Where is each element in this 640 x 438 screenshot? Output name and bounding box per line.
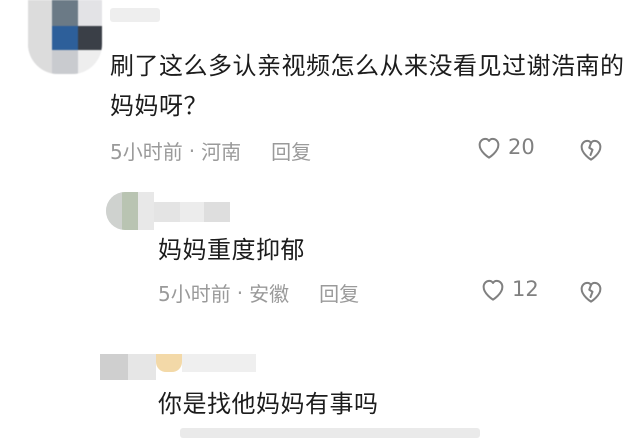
comment-text: 你是找他妈妈有事吗 [158, 390, 379, 418]
reply-item: 妈妈重度抑郁 5小时前 · 安徽 回复 12 [0, 180, 640, 320]
comment-meta: 5小时前 · 河南 回复 [110, 136, 311, 165]
like-button[interactable]: 12 [478, 274, 539, 304]
comment-text: 刷了这么多认亲视频怎么从来没看见过谢浩南的妈妈呀？ [110, 52, 625, 120]
reply-item: 你是找他妈妈有事吗 [0, 340, 640, 438]
like-count: 20 [508, 135, 535, 159]
separator-dot: · [236, 280, 244, 305]
heart-outline-icon [478, 137, 500, 159]
like-button[interactable]: 20 [474, 132, 535, 162]
dislike-button[interactable] [576, 276, 606, 310]
username-blurred[interactable] [156, 354, 256, 372]
comment-meta-cutoff [180, 428, 480, 438]
comment-item: 刷了这么多认亲视频怎么从来没看见过谢浩南的妈妈呀？ 5小时前 · 河南 回复 2… [0, 0, 640, 180]
comment-text: 妈妈重度抑郁 [158, 236, 305, 264]
comment-location: 安徽 [249, 282, 290, 306]
dislike-button[interactable] [576, 134, 606, 168]
broken-heart-icon [580, 281, 602, 303]
avatar[interactable] [106, 192, 154, 230]
username-blurred[interactable] [154, 202, 230, 222]
comment-location: 河南 [201, 140, 242, 164]
comment-time: 5小时前 [158, 282, 231, 306]
comment-time: 5小时前 [110, 140, 183, 164]
avatar[interactable] [28, 0, 102, 74]
broken-heart-icon [580, 139, 602, 161]
comment-meta: 5小时前 · 安徽 回复 [158, 278, 359, 307]
avatar[interactable] [100, 354, 156, 380]
like-count: 12 [512, 277, 539, 301]
reply-button[interactable]: 回复 [271, 136, 311, 165]
username-blurred[interactable] [110, 8, 160, 22]
heart-outline-icon [482, 279, 504, 301]
separator-dot: · [188, 138, 196, 163]
reply-button[interactable]: 回复 [319, 278, 359, 307]
